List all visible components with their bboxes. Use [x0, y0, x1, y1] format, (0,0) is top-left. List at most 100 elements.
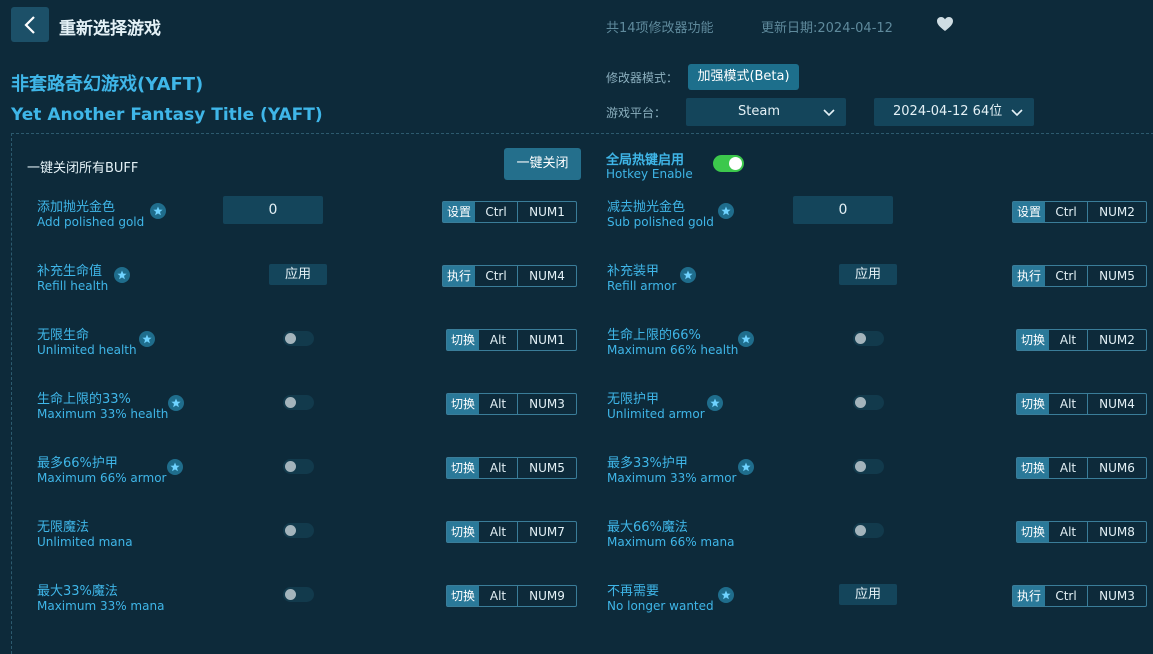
hotkey-group: 切换 Alt NUM6 [1016, 457, 1148, 479]
toggle-knob [855, 525, 866, 536]
hotkey-group: 设置 Ctrl NUM1 [442, 201, 578, 223]
toggle-knob [285, 461, 296, 472]
mode-button[interactable]: 加强模式(Beta) [688, 64, 799, 90]
feature-toggle[interactable] [283, 523, 314, 538]
hotkey-action-button[interactable]: 切换 [1017, 330, 1050, 350]
hotkey-key: NUM9 [529, 589, 565, 603]
feature-name-cn: 最多33%护甲 [607, 456, 688, 471]
favorite-star-icon[interactable] [167, 459, 183, 475]
feature-count: 共14项修改器功能 [606, 21, 714, 36]
feature-name-cn: 无限生命 [37, 328, 90, 343]
hotkey-key: NUM1 [529, 333, 565, 347]
hotkey-group: 切换 Alt NUM4 [1016, 393, 1148, 415]
hotkey-key: NUM2 [1099, 205, 1135, 219]
value-input[interactable] [793, 196, 893, 224]
feature-toggle[interactable] [283, 459, 314, 474]
hotkey-action-button[interactable]: 切换 [1017, 458, 1050, 478]
feature-toggle[interactable] [853, 331, 884, 346]
page-title: 重新选择游戏 [59, 19, 161, 39]
feature-name-cn: 添加抛光金色 [37, 200, 116, 215]
one-click-close-button[interactable]: 一键关闭 [504, 148, 581, 180]
hotkey-key: NUM3 [529, 397, 565, 411]
hotkey-modifier: Alt [479, 522, 519, 542]
toggle-knob [285, 589, 296, 600]
favorite-star-icon[interactable] [680, 267, 696, 283]
feature-toggle[interactable] [283, 587, 314, 602]
hotkey-action-button[interactable]: 切换 [447, 330, 480, 350]
hotkey-action-button[interactable]: 切换 [1017, 394, 1050, 414]
favorite-star-icon[interactable] [150, 203, 166, 219]
apply-button[interactable]: 应用 [839, 264, 897, 285]
toggle-knob [285, 397, 296, 408]
hotkey-key: NUM5 [529, 461, 565, 475]
feature-toggle[interactable] [853, 459, 884, 474]
feature-name-cn: 补充装甲 [607, 264, 660, 279]
hotkey-modifier: Alt [1049, 458, 1089, 478]
toggle-knob [855, 333, 866, 344]
hotkey-group: 切换 Alt NUM3 [446, 393, 578, 415]
hotkey-action-button[interactable]: 切换 [1017, 522, 1050, 542]
favorite-star-icon[interactable] [707, 395, 723, 411]
feature-name-cn: 最大33%魔法 [37, 584, 118, 599]
hotkey-action-button[interactable]: 执行 [443, 266, 476, 286]
toggle-knob [285, 333, 296, 344]
hotkey-action-button[interactable]: 切换 [447, 458, 480, 478]
value-input[interactable] [223, 196, 323, 224]
feature-toggle[interactable] [853, 523, 884, 538]
favorite-star-icon[interactable] [168, 395, 184, 411]
hotkey-action-button[interactable]: 执行 [1013, 586, 1046, 606]
hotkey-group: 执行 Ctrl NUM4 [442, 265, 578, 287]
favorite-star-icon[interactable] [139, 331, 155, 347]
feature-name-en: Refill armor [607, 279, 677, 293]
top-bar: 重新选择游戏 共14项修改器功能 更新日期:2024-04-12 [0, 0, 1153, 50]
favorite-star-icon[interactable] [738, 331, 754, 347]
hotkey-action-button[interactable]: 切换 [447, 586, 480, 606]
feature-name-cn: 生命上限的66% [607, 328, 701, 343]
favorite-heart-icon[interactable] [936, 16, 954, 36]
feature-toggle[interactable] [283, 395, 314, 410]
close-all-buff-label: 一键关闭所有BUFF [27, 161, 139, 176]
hotkey-action-button[interactable]: 设置 [1013, 202, 1046, 222]
hotkey-group: 切换 Alt NUM9 [446, 585, 578, 607]
hotkey-modifier: Alt [479, 394, 519, 414]
apply-button[interactable]: 应用 [269, 264, 327, 285]
platform-label: 游戏平台： [606, 106, 667, 120]
hotkey-key: NUM8 [1099, 525, 1135, 539]
feature-toggle[interactable] [283, 331, 314, 346]
feature-row: 最多66%护甲 Maximum 66% armor 切换 Alt NUM5 [37, 452, 613, 492]
hotkey-modifier: Ctrl [1045, 586, 1089, 606]
hotkey-action-button[interactable]: 切换 [447, 522, 480, 542]
feature-row: 不再需要 No longer wanted 应用 执行 Ctrl NUM3 [607, 580, 1153, 620]
feature-name-en: Maximum 33% health [37, 407, 169, 421]
hotkey-action-button[interactable]: 设置 [443, 202, 476, 222]
feature-toggle[interactable] [853, 395, 884, 410]
favorite-star-icon[interactable] [718, 203, 734, 219]
hotkey-key: NUM5 [1099, 269, 1135, 283]
back-button[interactable] [11, 7, 49, 42]
hotkey-action-button[interactable]: 执行 [1013, 266, 1046, 286]
hotkey-key: NUM3 [1099, 589, 1135, 603]
toggle-knob [855, 397, 866, 408]
feature-row: 减去抛光金色Sub polished gold 设置Ctrl NUM2 [607, 196, 1153, 236]
favorite-star-icon[interactable] [718, 587, 734, 603]
hotkey-enable-label-cn: 全局热键启用 [606, 153, 685, 168]
feature-name-en: Unlimited mana [37, 535, 133, 549]
toggle-knob [285, 525, 296, 536]
hotkey-key: NUM4 [529, 269, 565, 283]
hotkey-enable-toggle[interactable] [713, 155, 744, 172]
feature-name-cn: 补充生命值 [37, 264, 103, 279]
feature-row: 无限护甲 Unlimited armor 切换 Alt NUM4 [607, 388, 1153, 428]
favorite-star-icon[interactable] [738, 459, 754, 475]
game-title-cn: 非套路奇幻游戏(YAFT) [11, 74, 204, 95]
hotkey-modifier: Alt [1049, 330, 1089, 350]
apply-button[interactable]: 应用 [839, 584, 897, 605]
version-select[interactable]: 2024-04-12 64位 [874, 98, 1034, 126]
feature-row: 补充装甲 Refill armor 应用 执行 Ctrl NUM5 [607, 260, 1153, 300]
hotkey-key: NUM4 [1099, 397, 1135, 411]
feature-name-en: Maximum 66% health [607, 343, 739, 357]
favorite-star-icon[interactable] [114, 267, 130, 283]
hotkey-action-button[interactable]: 切换 [447, 394, 480, 414]
platform-select[interactable]: Steam [686, 98, 846, 126]
feature-row: 最多33%护甲 Maximum 33% armor 切换 Alt NUM6 [607, 452, 1153, 492]
feature-name-cn: 最多66%护甲 [37, 456, 118, 471]
